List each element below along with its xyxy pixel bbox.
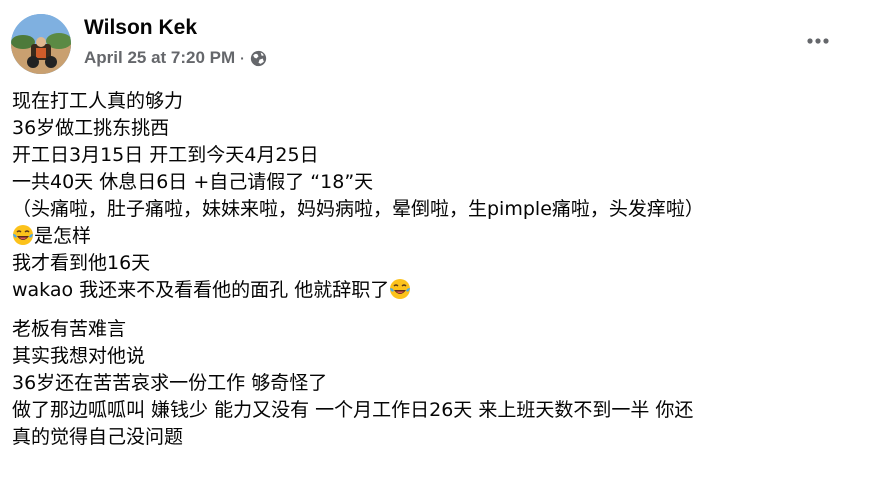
more-options-button[interactable] <box>800 26 836 56</box>
more-options-icon <box>807 38 829 44</box>
post-line: 其实我想对他说 <box>12 345 146 367</box>
facebook-post: Wilson Kek April 25 at 7:20 PM · 现在打工人真的… <box>0 0 870 478</box>
post-line: 现在打工人真的够力 <box>12 90 184 112</box>
post-line: 36岁做工挑东挑西 <box>12 117 170 139</box>
post-line-with-emoji: wakao 我还来不及看看他的面孔 他就辞职了 <box>12 277 860 304</box>
post-line: 36岁还在苦苦哀求一份工作 够奇怪了 <box>12 372 328 394</box>
laughing-tears-emoji-icon <box>13 225 33 245</box>
post-line: 开工日3月15日 开工到今天4月25日 <box>12 144 319 166</box>
post-line: 真的觉得自己没问题 <box>12 426 184 448</box>
post-line: 我才看到他16天 <box>12 252 151 274</box>
post-line-text: 是怎样 <box>34 225 92 247</box>
post-content: 现在打工人真的够力 36岁做工挑东挑西 开工日3月15日 开工到今天4月25日 … <box>12 88 860 451</box>
globe-icon[interactable] <box>250 50 267 67</box>
post-line: 老板有苦难言 <box>12 318 127 340</box>
post-line: （头痛啦，肚子痛啦，妹妹来啦，妈妈病啦，晕倒啦，生pimple痛啦，头发痒啦） <box>12 198 704 220</box>
post-line-with-emoji: 是怎样 <box>12 223 860 250</box>
post-line: 一共40天 休息日6日 +自己请假了 “18”天 <box>12 171 374 193</box>
post-meta: April 25 at 7:20 PM · <box>84 46 267 70</box>
author-name[interactable]: Wilson Kek <box>84 15 197 41</box>
laughing-tears-emoji-icon <box>390 279 411 299</box>
author-avatar[interactable] <box>11 14 71 74</box>
meta-separator: · <box>240 50 245 66</box>
post-line: 做了那边呱呱叫 嫌钱少 能力又没有 一个月工作日26天 来上班天数不到一半 你还 <box>12 399 694 421</box>
avatar-image <box>11 14 71 74</box>
post-timestamp[interactable]: April 25 at 7:20 PM <box>84 48 235 68</box>
post-line-text: wakao 我还来不及看看他的面孔 他就辞职了 <box>12 279 390 301</box>
